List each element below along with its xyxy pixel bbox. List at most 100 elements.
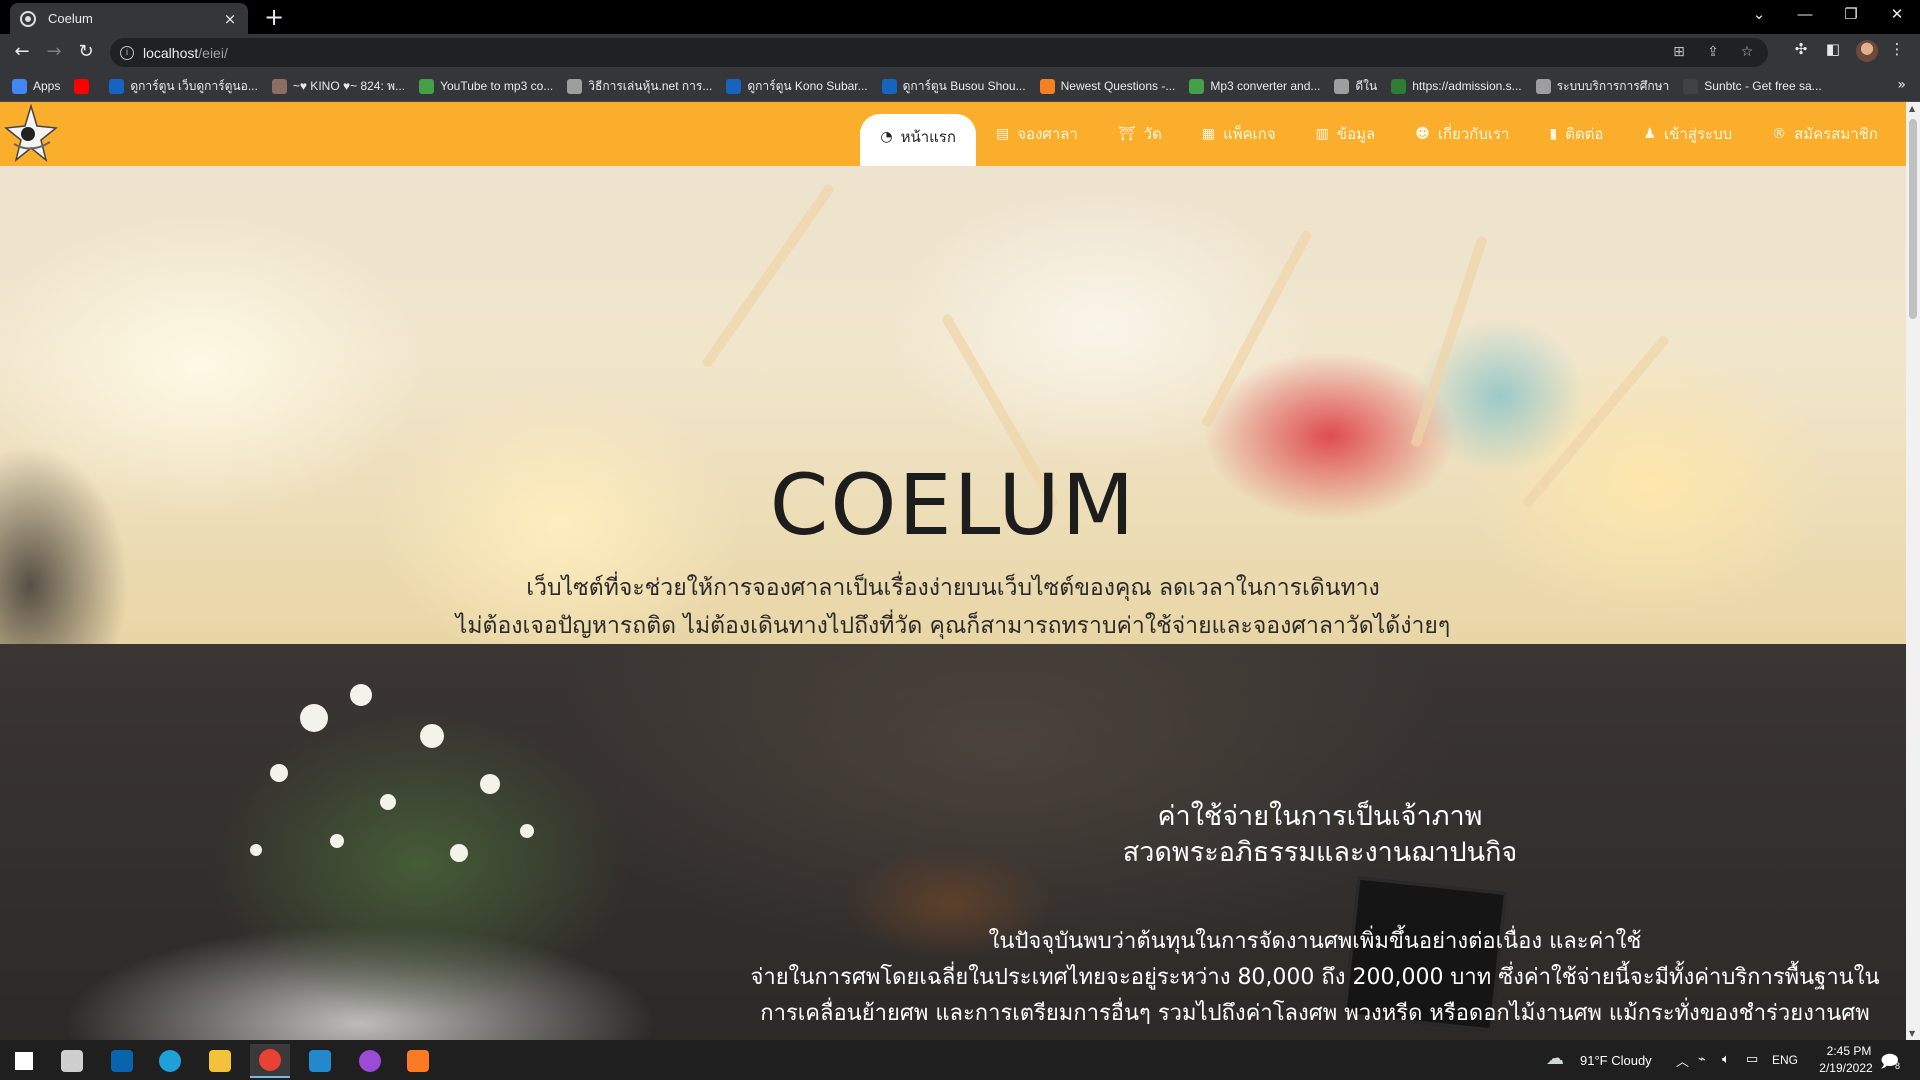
tray-chevron-icon[interactable]: ︿ (1676, 1051, 1689, 1070)
ka-icon (881, 78, 897, 94)
start-button[interactable] (4, 1044, 44, 1078)
browser-tab[interactable]: Coelum × (10, 3, 248, 34)
input-language[interactable]: ENG (1772, 1053, 1798, 1067)
bookmark-label: ดีใน (1355, 78, 1378, 93)
close-window-button[interactable]: ✕ (1874, 0, 1920, 32)
reload-icon[interactable]: ↻ (72, 38, 100, 66)
chrome-app[interactable] (250, 1044, 290, 1078)
share-icon[interactable]: ⇪ (1704, 44, 1722, 60)
messenger-app[interactable] (350, 1044, 390, 1078)
bookmarks-bar: Apps ดูการ์ตูน เว็บดูการ์ตูนอ... ~♥ KINO ♥… (0, 71, 1920, 102)
bookmark-item[interactable]: Newest Questions -... (1039, 78, 1176, 94)
users-icon: ☻ (1415, 126, 1430, 142)
nav-item[interactable]: ▦ แพ็คเกจ (1182, 114, 1296, 154)
hero-description-line-2: ไม่ต้องเจอปัญหารถติด ไม่ต้องเดินทางไปถึง… (455, 613, 1451, 639)
nav-item[interactable]: ® สมัครสมาชิก (1752, 114, 1898, 154)
bookmark-item[interactable]: ดูการ์ตูน Busou Shou... (881, 77, 1026, 96)
weather-text[interactable]: 91°F Cloudy (1580, 1053, 1652, 1068)
bookmark-item[interactable]: Mp3 converter and... (1189, 78, 1321, 94)
file-explorer-icon (209, 1050, 231, 1072)
task-view-button[interactable] (52, 1044, 92, 1078)
coelum-logo[interactable] (4, 104, 58, 162)
sunbtc-icon (1683, 78, 1699, 94)
close-tab-icon[interactable]: × (222, 10, 238, 28)
bookmark-item[interactable]: https://admission.s... (1391, 78, 1522, 94)
address-bar[interactable]: i localhost/eiei/ ⊞ ⇪ ☆ (110, 38, 1768, 67)
hero-section: COELUM เว็บไซต์ที่จะช่วยให้การจองศาลาเป็… (0, 166, 1906, 644)
translate-icon[interactable]: ⊞ (1670, 44, 1688, 60)
new-tab-button[interactable]: + (260, 4, 288, 32)
windows-taskbar: ☁ 91°F Cloudy ︿ ⌁ 🔈︎ ▭ ENG 2:45 PM 2/19/… (0, 1040, 1920, 1080)
site-info-icon[interactable]: i (120, 45, 134, 60)
start-icon (15, 1052, 33, 1070)
scroll-up-icon[interactable]: ▲ (1909, 104, 1915, 113)
nav-item[interactable]: ☻ เกี่ยวกับเรา (1395, 114, 1529, 154)
bookmark-item[interactable]: YouTube to mp3 co... (419, 78, 554, 94)
edge-app[interactable] (150, 1044, 190, 1078)
outlook-app[interactable] (102, 1044, 142, 1078)
minimize-button[interactable]: — (1782, 0, 1828, 32)
extensions-puzzle-icon[interactable]: ✣ (1790, 40, 1812, 58)
site-nav-menu: ◔ หน้าแรก ▤ จองศาลา ⛩ วัด ▦ แพ็คเกจ ▥ ข้อมูล ☻ เกี่… (860, 114, 1898, 166)
bookmark-star-icon[interactable]: ☆ (1738, 44, 1756, 60)
scroll-down-icon[interactable]: ▼ (1909, 1029, 1915, 1038)
notification-count: 8 (1895, 1061, 1901, 1071)
xampp-app[interactable] (398, 1044, 438, 1078)
chart-icon: ▥ (1315, 126, 1329, 142)
nav-item[interactable]: ⛩ วัด (1098, 114, 1182, 154)
scrollbar-thumb[interactable] (1909, 119, 1917, 319)
nav-item[interactable]: ◔ หน้าแรก (860, 114, 976, 166)
cloud-weather-icon[interactable]: ☁ (1546, 1048, 1564, 1069)
bookmark-label: Apps (33, 79, 61, 93)
task-view-icon (61, 1050, 83, 1072)
nav-item[interactable]: ▮ ติดต่อ (1529, 114, 1623, 154)
outlook-icon (111, 1050, 133, 1072)
page-scrollbar[interactable]: ▲ ▼ (1906, 102, 1920, 1040)
side-panel-icon[interactable]: ◧ (1822, 40, 1844, 58)
network-icon[interactable]: ⌁ (1698, 1051, 1706, 1067)
nav-item-label: ข้อมูล (1336, 125, 1376, 143)
ka-icon (726, 78, 742, 94)
calendar-icon: ▦ (1201, 126, 1216, 142)
white-flower-decoration (380, 794, 396, 810)
incense-stick-decoration (700, 182, 836, 369)
more-menu-icon[interactable]: ⋮ (1886, 40, 1908, 58)
tab-search-button[interactable]: ⌄ (1736, 0, 1782, 32)
bookmark-item[interactable]: ~♥ KINO ♥~ 824: พ... (271, 77, 405, 96)
nav-item[interactable]: ▥ ข้อมูล (1296, 114, 1396, 154)
display-icon[interactable]: ▭ (1746, 1051, 1758, 1067)
contact-icon: ▮ (1549, 126, 1558, 142)
bookmark-item[interactable]: ดีใน (1334, 77, 1377, 96)
bookmark-label: ดูการ์ตูน Busou Shou... (902, 78, 1026, 93)
white-flower-decoration (520, 824, 534, 838)
hero-description-line-1: เว็บไซต์ที่จะช่วยให้การจองศาลาเป็นเรื่อง… (526, 575, 1380, 601)
bookmark-item[interactable] (74, 78, 95, 94)
bookmark-label: Mp3 converter and... (1210, 79, 1321, 93)
clock-date[interactable]: 2/19/2022 (1810, 1061, 1882, 1075)
profile-avatar[interactable] (1856, 40, 1878, 62)
cost-section-text-line-3: การเคลื่อนย้ายศพ และการเตรียมการอื่นๆ รว… (760, 1001, 1870, 1026)
bookmark-item[interactable]: วิธีการเล่นหุ้น.net การ... (567, 77, 712, 96)
globe-favicon-icon (20, 10, 36, 27)
volume-icon[interactable]: 🔈︎ (1722, 1051, 1730, 1067)
bookmark-item[interactable]: ระบบบริการการศึกษา (1535, 77, 1669, 96)
back-arrow-icon[interactable]: ← (8, 38, 36, 66)
bookmark-label: YouTube to mp3 co... (440, 79, 554, 93)
bookmark-label: https://admission.s... (1412, 79, 1522, 93)
bookmark-item[interactable]: Apps (12, 78, 61, 94)
vscode-app[interactable] (300, 1044, 340, 1078)
nav-item[interactable]: ♟ เข้าสู่ระบบ (1623, 114, 1752, 154)
nav-item-label: หน้าแรก (900, 128, 956, 146)
bookmark-label: Newest Questions -... (1060, 79, 1176, 93)
clock-time[interactable]: 2:45 PM (1816, 1044, 1882, 1058)
forward-arrow-icon[interactable]: → (40, 38, 68, 66)
apps-grid-icon (12, 78, 27, 94)
bookmarks-overflow-icon[interactable]: » (1897, 77, 1906, 93)
nav-item[interactable]: ▤ จองศาลา (976, 114, 1098, 154)
bookmark-item[interactable]: Sunbtc - Get free sa... (1683, 78, 1822, 94)
white-flower-decoration (350, 684, 372, 706)
bookmark-item[interactable]: ดูการ์ตูน Kono Subar... (726, 77, 868, 96)
restore-button[interactable]: ❐ (1828, 0, 1874, 32)
file-explorer-app[interactable] (200, 1044, 240, 1078)
bookmark-item[interactable]: ดูการ์ตูน เว็บดูการ์ตูนอ... (109, 77, 258, 96)
